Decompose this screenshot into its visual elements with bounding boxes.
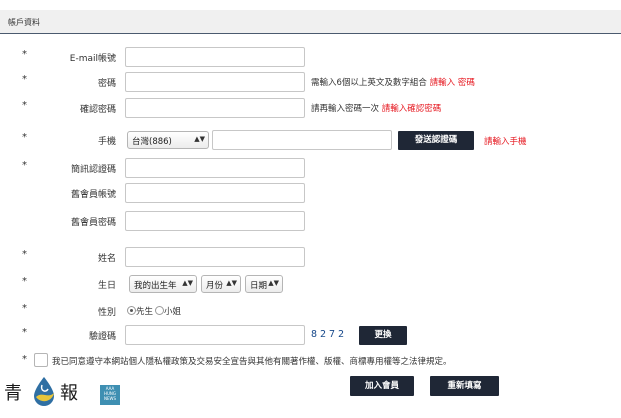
password-row: * 密碼 需輸入6個以上英文及數字組合 請輸入 密碼: [0, 72, 621, 92]
gender-male-radio[interactable]: [127, 306, 136, 315]
sms-row: * 簡訊認證碼: [0, 158, 621, 178]
country-code-value: 台灣(886): [132, 137, 172, 147]
required-marker: *: [22, 132, 27, 143]
name-row: * 姓名: [0, 247, 621, 267]
old-account-row: 舊會員帳號: [0, 183, 621, 203]
confirm-hint-text: 請再輸入密碼一次: [311, 104, 380, 114]
gender-label: 性別: [97, 308, 116, 318]
password-hint-text: 需輸入6個以上英文及數字組合: [311, 78, 427, 88]
birth-day-value: 日期: [250, 281, 268, 291]
birthday-row: * 生日 我的出生年 ▲▼ 月份 ▲▼ 日期 ▲▼: [0, 274, 621, 294]
agreement-text: 我已同意遵守本網站個人隱私權政策及交易安全宣告與其他有關著作權、版權、商標專用權…: [52, 357, 452, 367]
gender-options: 先生 小姐: [127, 305, 181, 317]
birth-year-select[interactable]: 我的出生年 ▲▼: [129, 275, 197, 293]
email-field[interactable]: [125, 47, 305, 67]
captcha-field[interactable]: [125, 325, 305, 345]
confirm-row: * 確認密碼 請再輸入密碼一次 請輸入確認密碼: [0, 98, 621, 118]
required-marker: *: [22, 303, 27, 314]
password-hint: 需輸入6個以上英文及數字組合 請輸入 密碼: [311, 76, 475, 88]
phone-error: 請輸入手機: [484, 137, 527, 147]
email-label: E-mail帳號: [69, 54, 116, 64]
old-account-label: 舊會員帳號: [70, 190, 116, 200]
required-marker: *: [22, 74, 27, 85]
select-arrows-icon: ▲▼: [226, 279, 237, 287]
section-title: 帳戶資料: [8, 18, 40, 27]
join-member-button[interactable]: 加入會員: [350, 376, 414, 396]
agreement-row: * 我已同意遵守本網站個人隱私權政策及交易安全宣告與其他有關著作權、版權、商標專…: [0, 352, 621, 372]
section-header: 帳戶資料: [0, 10, 621, 34]
sms-code-field[interactable]: [125, 158, 305, 178]
required-marker: *: [22, 276, 27, 287]
old-password-field[interactable]: [125, 211, 305, 231]
gender-male-label: 先生: [136, 307, 154, 317]
old-account-field[interactable]: [125, 183, 305, 203]
confirm-error: 請輸入確認密碼: [381, 104, 442, 114]
agree-checkbox[interactable]: [34, 353, 48, 367]
name-label: 姓名: [97, 254, 116, 264]
name-field[interactable]: [125, 247, 305, 267]
confirm-label: 確認密碼: [79, 105, 116, 115]
birthday-label: 生日: [97, 281, 116, 291]
logo-char-2: 報: [60, 383, 78, 404]
country-code-select[interactable]: 台灣(886) ▲▼: [127, 131, 209, 149]
gender-row: * 性別 先生 小姐: [0, 301, 621, 321]
logo-char-1: 青: [4, 383, 22, 404]
birth-month-select[interactable]: 月份 ▲▼: [201, 275, 241, 293]
captcha-row: * 驗證碼 8272 更換: [0, 325, 621, 345]
logo-box: AAA HUNG NEWS: [100, 385, 120, 405]
select-arrows-icon: ▲▼: [194, 135, 205, 143]
password-error: 請輸入 密碼: [429, 78, 475, 88]
logo: 青 報 AAA HUNG NEWS: [4, 373, 124, 409]
gender-female-label: 小姐: [164, 307, 182, 317]
required-marker: *: [22, 160, 27, 171]
required-marker: *: [22, 49, 27, 60]
required-marker: *: [22, 249, 27, 260]
captcha-label: 驗證碼: [88, 332, 116, 342]
phone-row: * 手機 台灣(886) ▲▼ 發送認證碼 請輸入手機: [0, 130, 621, 150]
required-marker: *: [22, 100, 27, 111]
old-password-label: 舊會員密碼: [70, 218, 116, 228]
password-field[interactable]: [125, 72, 305, 92]
phone-label: 手機: [97, 137, 116, 147]
gender-female-radio[interactable]: [155, 306, 165, 315]
birth-day-select[interactable]: 日期 ▲▼: [245, 275, 283, 293]
sms-label: 簡訊認證碼: [70, 165, 116, 175]
email-row: * E-mail帳號: [0, 47, 621, 67]
captcha-code: 8272: [311, 329, 348, 340]
select-arrows-icon: ▲▼: [268, 279, 279, 287]
confirm-hint: 請再輸入密碼一次 請輸入確認密碼: [311, 102, 441, 114]
phone-field[interactable]: [212, 130, 392, 150]
password-label: 密碼: [97, 79, 116, 89]
reset-form-button[interactable]: 重新填寫: [430, 376, 499, 396]
drop-logo-icon: [34, 377, 54, 406]
birth-month-value: 月份: [206, 281, 224, 291]
send-code-button[interactable]: 發送認證碼: [398, 131, 474, 150]
required-marker: *: [22, 354, 27, 365]
refresh-captcha-button[interactable]: 更換: [359, 326, 407, 345]
required-marker: *: [22, 327, 27, 338]
old-password-row: 舊會員密碼: [0, 211, 621, 231]
confirm-password-field[interactable]: [125, 98, 305, 118]
birth-year-value: 我的出生年: [134, 281, 177, 291]
select-arrows-icon: ▲▼: [182, 279, 193, 287]
